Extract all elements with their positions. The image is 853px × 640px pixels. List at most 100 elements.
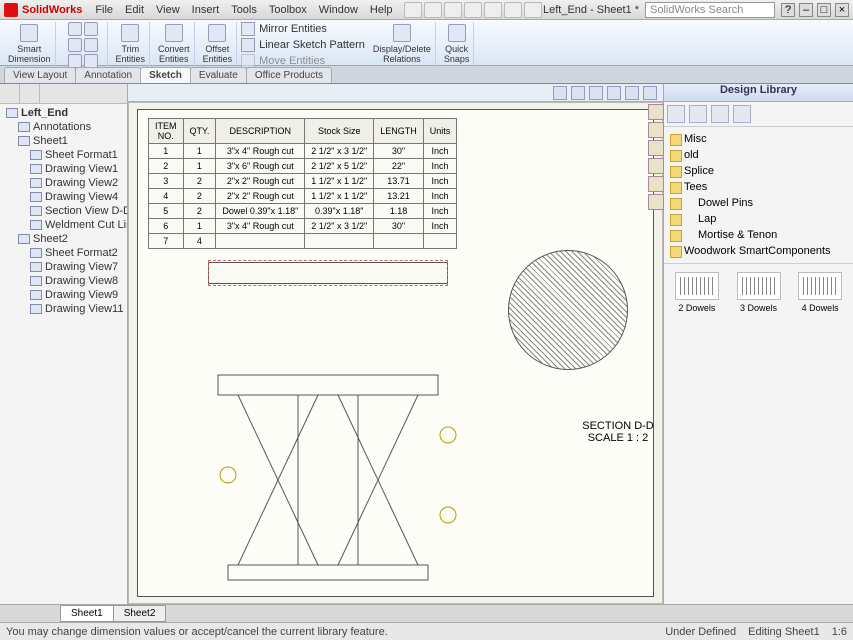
bom-cell[interactable]: 2 <box>183 174 216 189</box>
bom-cell[interactable]: 4 <box>149 189 184 204</box>
bom-cell[interactable]: Inch <box>423 159 457 174</box>
tree-node[interactable]: Drawing View2 <box>2 176 125 190</box>
designlib-folder[interactable]: Tees <box>668 179 849 195</box>
zoom-area-icon[interactable] <box>571 86 585 100</box>
bom-cell[interactable]: 6 <box>149 219 184 234</box>
tree-node[interactable]: Annotations <box>2 120 125 134</box>
designlib-refresh-icon[interactable] <box>711 105 729 123</box>
bom-cell[interactable]: 2"x 2" Rough cut <box>216 174 305 189</box>
hide-show-icon[interactable] <box>643 86 657 100</box>
options-icon[interactable] <box>524 2 542 18</box>
bom-cell[interactable]: 1 <box>183 159 216 174</box>
tab-evaluate[interactable]: Evaluate <box>190 67 247 83</box>
bom-cell[interactable]: 30" <box>374 219 424 234</box>
bom-cell[interactable]: 1 <box>183 219 216 234</box>
bom-cell[interactable]: 3"x 4" Rough cut <box>216 144 305 159</box>
designlib-folder[interactable]: old <box>668 147 849 163</box>
bom-header[interactable]: Stock Size <box>305 119 374 144</box>
feature-tree[interactable]: Left_EndAnnotationsSheet1Sheet Format1Dr… <box>0 104 127 604</box>
save-icon[interactable] <box>444 2 462 18</box>
bom-cell[interactable]: Inch <box>423 219 457 234</box>
bom-header[interactable]: ITEM NO. <box>149 119 184 144</box>
bom-cell[interactable] <box>374 234 424 249</box>
bom-cell[interactable]: 1 <box>149 144 184 159</box>
tab-sketch[interactable]: Sketch <box>140 67 191 83</box>
bom-row[interactable]: 213"x 6" Rough cut2 1/2" x 5 1/2"22"Inch <box>149 159 457 174</box>
linear-pattern-button[interactable]: Linear Sketch Pattern <box>241 38 365 52</box>
menu-help[interactable]: Help <box>365 2 398 18</box>
menu-insert[interactable]: Insert <box>187 2 225 18</box>
bom-header[interactable]: LENGTH <box>374 119 424 144</box>
display-style-icon[interactable] <box>625 86 639 100</box>
bom-cell[interactable]: 22" <box>374 159 424 174</box>
bom-header[interactable]: DESCRIPTION <box>216 119 305 144</box>
help-icon[interactable]: ? <box>781 3 795 17</box>
bom-row[interactable]: 74 <box>149 234 457 249</box>
convert-entities-button[interactable]: Convert Entities <box>154 22 195 66</box>
taskpane-fileexp-icon[interactable] <box>648 140 664 156</box>
tree-node[interactable]: Drawing View4 <box>2 190 125 204</box>
spline-icon[interactable] <box>68 54 82 68</box>
property-manager-tab-icon[interactable] <box>20 84 40 103</box>
search-input[interactable]: SolidWorks Search <box>645 2 775 18</box>
tree-node[interactable]: Drawing View9 <box>2 288 125 302</box>
print-icon[interactable] <box>464 2 482 18</box>
menu-toolbox[interactable]: Toolbox <box>264 2 312 18</box>
bom-cell[interactable]: 3"x 6" Rough cut <box>216 159 305 174</box>
designlib-addloc-icon[interactable] <box>689 105 707 123</box>
designlib-help-icon[interactable] <box>733 105 751 123</box>
menu-window[interactable]: Window <box>314 2 363 18</box>
designlib-folder[interactable]: Dowel Pins <box>668 195 849 211</box>
new-doc-icon[interactable] <box>404 2 422 18</box>
trim-entities-button[interactable]: Trim Entities <box>112 22 151 66</box>
bom-cell[interactable]: 2 <box>149 159 184 174</box>
bom-row[interactable]: 52Dowel 0.39"x 1.18"0.39"x 1.18"1.18Inch <box>149 204 457 219</box>
bom-row[interactable]: 113"x 4" Rough cut2 1/2" x 3 1/2"30"Inch <box>149 144 457 159</box>
section-view-circle[interactable] <box>508 250 628 370</box>
taskpane-custom-icon[interactable] <box>648 194 664 210</box>
bom-cell[interactable]: 13.71 <box>374 174 424 189</box>
tab-view-layout[interactable]: View Layout <box>4 67 76 83</box>
prev-view-icon[interactable] <box>589 86 603 100</box>
bom-cell[interactable]: 7 <box>149 234 184 249</box>
tree-node[interactable]: Sheet1 <box>2 134 125 148</box>
bom-cell[interactable]: 13.21 <box>374 189 424 204</box>
designlib-thumbnail[interactable]: 4 Dowels <box>793 272 847 313</box>
designlib-thumbnail[interactable]: 2 Dowels <box>670 272 724 313</box>
bom-cell[interactable]: Inch <box>423 144 457 159</box>
display-delete-relations-button[interactable]: Display/Delete Relations <box>369 22 436 66</box>
designlib-folder[interactable]: Splice <box>668 163 849 179</box>
bom-cell[interactable] <box>216 234 305 249</box>
bom-cell[interactable]: 0.39"x 1.18" <box>305 204 374 219</box>
offset-entities-button[interactable]: Offset Entities <box>199 22 238 66</box>
designlib-folder[interactable]: Woodwork SmartComponents <box>668 243 849 259</box>
move-entities-button[interactable]: Move Entities <box>241 54 365 68</box>
bom-cell[interactable]: 1 1/2" x 1 1/2" <box>305 189 374 204</box>
mirror-entities-button[interactable]: Mirror Entities <box>241 22 365 36</box>
taskpane-viewpal-icon[interactable] <box>648 158 664 174</box>
taskpane-designlib-icon[interactable] <box>648 122 664 138</box>
bom-cell[interactable] <box>305 234 374 249</box>
section-view-icon[interactable] <box>607 86 621 100</box>
drawing-canvas[interactable]: ITEM NO.QTY.DESCRIPTIONStock SizeLENGTHU… <box>128 102 663 604</box>
bom-cell[interactable]: 1 <box>183 144 216 159</box>
tree-node[interactable]: Section View D-D <box>2 204 125 218</box>
bom-cell[interactable] <box>423 234 457 249</box>
tree-node[interactable]: Drawing View7 <box>2 260 125 274</box>
designlib-tree[interactable]: MiscoldSpliceTeesDowel PinsLapMortise & … <box>664 127 853 263</box>
drawing-view-end[interactable] <box>198 365 458 585</box>
arc-icon[interactable] <box>84 38 98 52</box>
taskpane-appearance-icon[interactable] <box>648 176 664 192</box>
maximize-icon[interactable]: □ <box>817 3 831 17</box>
tree-node[interactable]: Sheet Format2 <box>2 246 125 260</box>
designlib-folder[interactable]: Lap <box>668 211 849 227</box>
tree-node[interactable]: Drawing View11 <box>2 302 125 316</box>
bom-cell[interactable]: 1.18 <box>374 204 424 219</box>
bom-row[interactable]: 422"x 2" Rough cut1 1/2" x 1 1/2"13.21In… <box>149 189 457 204</box>
bom-row[interactable]: 322"x 2" Rough cut1 1/2" x 1 1/2"13.71In… <box>149 174 457 189</box>
circle-icon[interactable] <box>68 38 82 52</box>
tab-office-products[interactable]: Office Products <box>246 67 332 83</box>
open-doc-icon[interactable] <box>424 2 442 18</box>
bom-cell[interactable]: 1 1/2" x 1 1/2" <box>305 174 374 189</box>
menu-view[interactable]: View <box>151 2 185 18</box>
